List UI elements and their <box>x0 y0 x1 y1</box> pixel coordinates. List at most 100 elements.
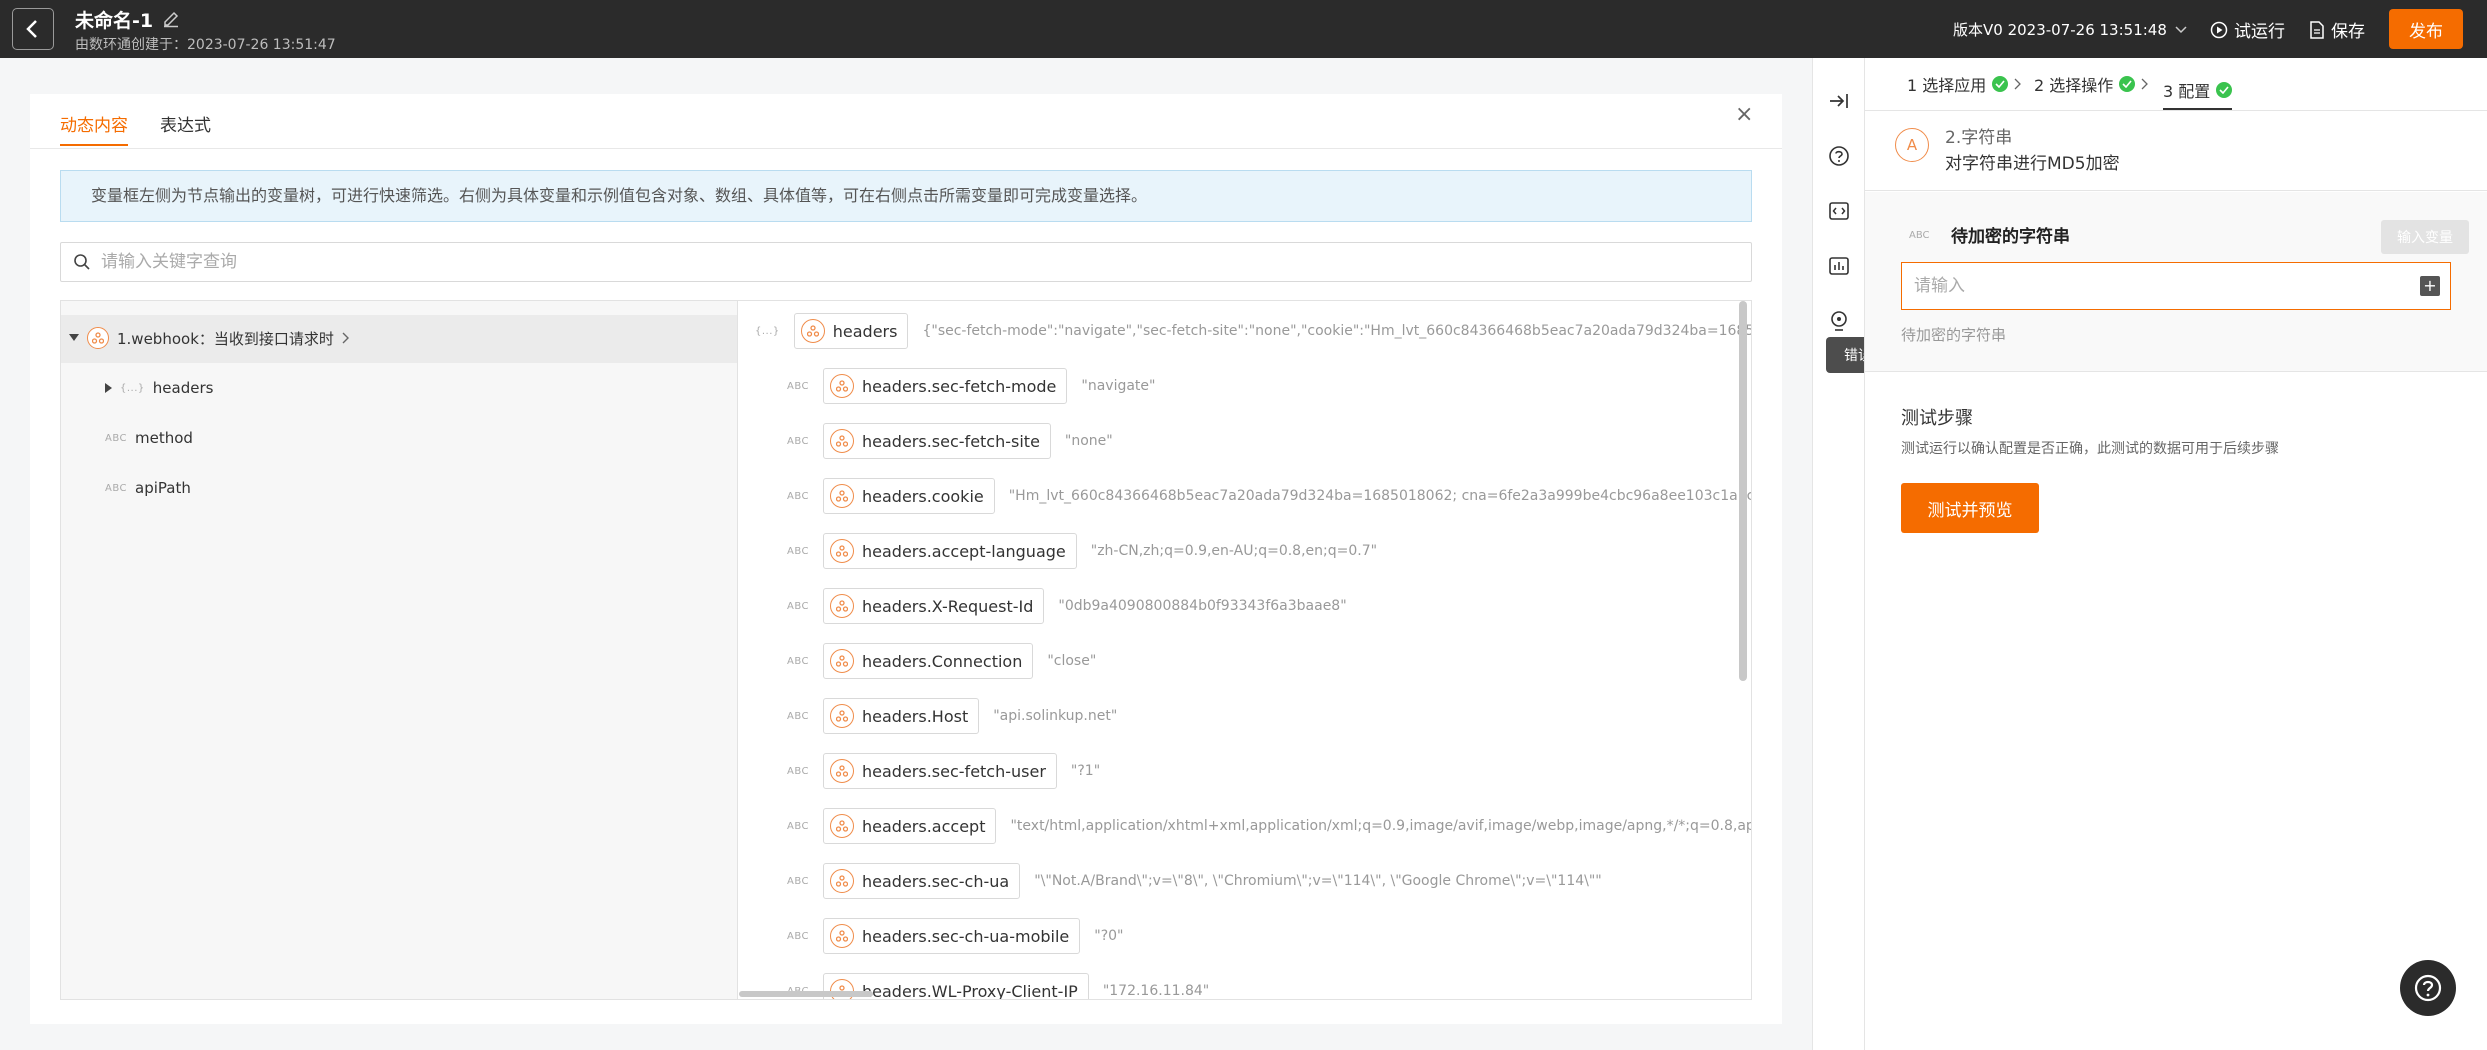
object-type-icon: {...} <box>120 382 145 394</box>
test-section-desc: 测试运行以确认配置是否正确，此测试的数据可用于后续步骤 <box>1901 441 2279 457</box>
config-form: ABC 待加密的字符串 输入变量 + 待加密的字符串 <box>1865 192 2487 372</box>
info-banner: 变量框左侧为节点输出的变量树，可进行快速筛选。右侧为具体变量和示例值包含对象、数… <box>60 170 1752 222</box>
step-select-action[interactable]: 2 选择操作 <box>2034 72 2149 96</box>
webhook-app-icon <box>830 649 855 673</box>
chevron-right-icon <box>2141 78 2149 90</box>
chevron-right-icon <box>342 332 349 344</box>
tree-node-method[interactable]: ABC method <box>105 429 193 447</box>
value-row-root: {...} headers {"sec-fetch-mode":"navigat… <box>755 311 1751 351</box>
search-input[interactable] <box>101 252 1001 272</box>
variable-chip[interactable]: headers.Connection <box>823 643 1034 679</box>
tab-expression[interactable]: 表达式 <box>160 106 211 146</box>
help-chat-button[interactable] <box>2400 960 2456 1016</box>
close-icon[interactable]: × <box>1735 102 1753 127</box>
app-name: 2.字符串 <box>1945 128 2013 148</box>
string-type-icon: ABC <box>787 490 810 502</box>
variable-chip[interactable]: headers.sec-ch-ua-mobile <box>823 918 1081 954</box>
value-row: ABC headers.cookie "Hm_lvt_660c84366468b5e… <box>787 476 1752 516</box>
variable-chip-label: headers.sec-fetch-mode <box>862 376 1057 396</box>
variable-sample-value: "zh-CN,zh;q=0.9,en-AU;q=0.8,en;q=0.7" <box>1090 543 1378 559</box>
string-type-icon: ABC <box>787 600 810 612</box>
value-row: ABC headers.X-Request-Id "0db9a4090800884b… <box>787 586 1347 626</box>
string-type-icon: ABC <box>787 765 810 777</box>
caret-right-icon <box>105 383 112 393</box>
string-type-icon: ABC <box>787 875 810 887</box>
horizontal-scrollbar[interactable] <box>739 991 873 997</box>
test-preview-button[interactable]: 测试并预览 <box>1901 483 2039 533</box>
variable-chip[interactable]: headers <box>793 313 909 349</box>
value-row: ABC headers.Connection "close" <box>787 641 1096 681</box>
tree-node-apipath[interactable]: ABC apiPath <box>105 479 191 497</box>
edit-title-icon[interactable] <box>162 10 180 28</box>
step-label: 2 选择操作 <box>2034 76 2114 95</box>
variable-chip[interactable]: headers.X-Request-Id <box>823 588 1045 624</box>
string-type-icon: ABC <box>787 435 810 447</box>
tree-node-label: apiPath <box>135 479 191 497</box>
log-chart-icon[interactable] <box>1825 252 1853 280</box>
variable-browser: 1.webhook：当收到接口请求时 {...} headers ABC met… <box>60 300 1752 1000</box>
webhook-app-icon <box>830 869 855 893</box>
check-icon <box>2216 82 2233 98</box>
tree-node-label: 1.webhook：当收到接口请求时 <box>117 329 334 348</box>
webhook-app-icon <box>830 594 855 618</box>
string-type-icon: ABC <box>787 710 810 722</box>
variable-sample-value: "api.solinkup.net" <box>993 708 1118 724</box>
save-button[interactable]: 保存 <box>2309 17 2365 42</box>
chevron-right-icon <box>2014 78 2022 90</box>
variable-chip[interactable]: headers.accept <box>823 808 997 844</box>
insert-variable-button[interactable]: 输入变量 <box>2381 220 2469 254</box>
variable-chip-label: headers.Connection <box>862 651 1023 671</box>
variable-chip[interactable]: headers.Host <box>823 698 980 734</box>
tree-node-webhook[interactable]: 1.webhook：当收到接口请求时 <box>69 327 350 349</box>
tree-node-headers[interactable]: {...} headers <box>105 379 213 397</box>
play-circle-icon <box>2210 21 2228 38</box>
step-select-app[interactable]: 1 选择应用 <box>1907 72 2022 96</box>
string-type-icon: ABC <box>105 482 128 494</box>
test-run-label: 试运行 <box>2234 22 2285 42</box>
variable-chip[interactable]: headers.sec-fetch-mode <box>823 368 1068 404</box>
field-hint: 待加密的字符串 <box>1901 326 2007 344</box>
step-configure[interactable]: 3 配置 <box>2163 72 2233 110</box>
add-icon[interactable]: + <box>2420 276 2440 296</box>
document-icon <box>2310 20 2324 39</box>
variable-sample-value: "0db9a4090800884b0f93343f6a3baae8" <box>1058 598 1347 614</box>
variable-chip[interactable]: headers.sec-ch-ua <box>823 863 1021 899</box>
retry-bulb-icon[interactable] <box>1825 307 1853 335</box>
variable-search[interactable] <box>60 242 1752 282</box>
top-bar: 未命名-1 由数环通创建于：2023-07-26 13:51:47 版本V0 2… <box>0 0 2487 58</box>
collapse-panel-icon[interactable] <box>1825 87 1853 115</box>
vertical-scrollbar[interactable] <box>1739 301 1747 681</box>
help-circle-icon[interactable] <box>1825 142 1853 170</box>
string-type-icon: ABC <box>105 432 128 444</box>
save-label: 保存 <box>2331 22 2365 42</box>
webhook-app-icon <box>830 759 855 783</box>
workflow-title: 未命名-1 <box>75 10 154 32</box>
step-label: 1 选择应用 <box>1907 76 1987 95</box>
field-label: 待加密的字符串 <box>1951 227 2070 247</box>
variable-sample-value: "?0" <box>1094 928 1124 944</box>
chevron-left-icon <box>26 20 37 38</box>
variable-chip[interactable]: headers.sec-fetch-site <box>823 423 1051 459</box>
test-run-button[interactable]: 试运行 <box>2210 17 2285 42</box>
tab-dynamic-content[interactable]: 动态内容 <box>60 106 128 146</box>
variable-chip[interactable]: headers.sec-fetch-user <box>823 753 1057 789</box>
variable-chip-label: headers.Host <box>862 706 969 726</box>
webhook-app-icon <box>830 429 855 453</box>
variable-chip-label: headers.cookie <box>862 486 984 506</box>
value-row: ABC headers.sec-fetch-user "?1" <box>787 751 1100 791</box>
variable-chip[interactable]: headers.accept-language <box>823 533 1077 569</box>
publish-button[interactable]: 发布 <box>2389 9 2463 49</box>
value-row: ABC headers.Host "api.solinkup.net" <box>787 696 1117 736</box>
webhook-app-icon <box>830 704 855 728</box>
variable-sample-value: "Hm_lvt_660c84366468b5eac7a20ada79d324ba… <box>1008 488 1752 504</box>
value-row: ABC headers.accept "text/html,application/… <box>787 806 1751 846</box>
code-icon[interactable] <box>1825 197 1853 225</box>
string-input-field[interactable]: + <box>1901 262 2451 310</box>
variable-chip[interactable]: headers.cookie <box>823 478 995 514</box>
variable-sample-value: "navigate" <box>1081 378 1156 394</box>
webhook-app-icon <box>830 484 855 508</box>
back-button[interactable] <box>12 8 54 50</box>
string-input[interactable] <box>1914 276 2394 296</box>
version-selector[interactable]: 版本V0 2023-07-26 13:51:48 <box>1953 19 2187 40</box>
string-type-icon: ABC <box>787 545 810 557</box>
